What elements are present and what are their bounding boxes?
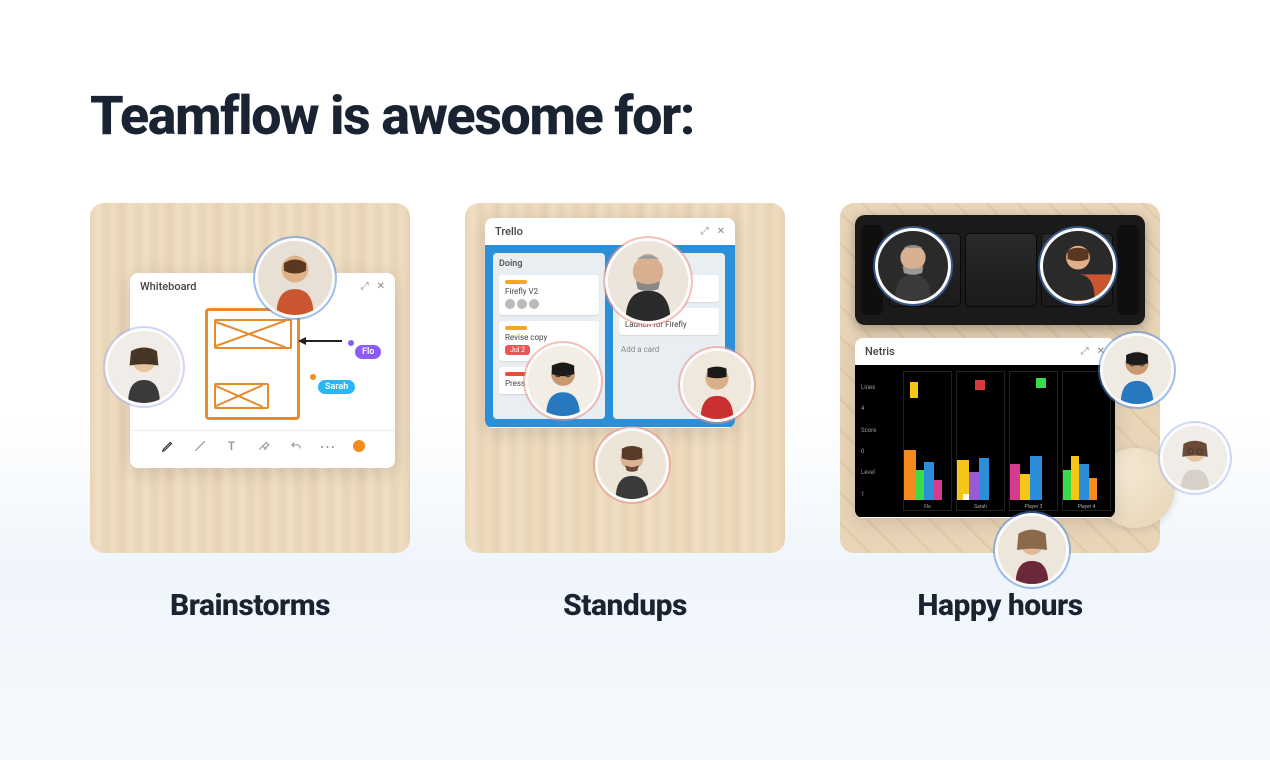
expand-icon[interactable]: ⤢	[701, 226, 709, 237]
more-icon[interactable]: ⋯	[321, 439, 335, 453]
netris-board[interactable]: Lines 4 Score 0 Level 1	[855, 365, 1115, 517]
cursor-flo-dot	[348, 340, 354, 346]
card-caption-standups: Standups	[563, 588, 687, 623]
avatar[interactable]	[595, 428, 669, 502]
page-title: Teamflow is awesome for:	[90, 85, 1180, 148]
avatar[interactable]	[875, 228, 951, 304]
netris-titlebar: Netris ⤢ ✕	[855, 338, 1115, 365]
expand-icon[interactable]: ⤢	[361, 281, 369, 292]
undo-icon[interactable]	[289, 439, 303, 453]
avatar[interactable]	[1100, 333, 1174, 407]
avatar[interactable]	[255, 238, 335, 318]
card-standups: Trello ⤢ ✕ Doing Firefly V2	[465, 203, 785, 623]
card-brainstorms: Whiteboard ⤢ ✕ Flo	[90, 203, 410, 623]
eraser-icon[interactable]	[257, 439, 271, 453]
column-title: Doing	[499, 259, 599, 269]
netris-player-panel: Player 3	[1009, 371, 1058, 511]
wireframe-sketch	[205, 308, 300, 420]
card-brainstorms-scene: Whiteboard ⤢ ✕ Flo	[90, 203, 410, 553]
close-icon[interactable]: ✕	[377, 281, 385, 292]
card-happy-hours: Netris ⤢ ✕ Lines 4 Score 0 Level	[840, 203, 1160, 623]
avatar[interactable]	[105, 328, 183, 406]
cursor-sarah-dot	[310, 374, 316, 380]
expand-icon[interactable]: ⤢	[1081, 346, 1089, 357]
trello-titlebar: Trello ⤢ ✕	[485, 218, 735, 245]
avatar[interactable]	[995, 513, 1069, 587]
pen-icon[interactable]	[161, 439, 175, 453]
close-icon[interactable]: ✕	[717, 226, 725, 237]
cursor-sarah-label: Sarah	[318, 380, 355, 394]
text-icon[interactable]: T	[225, 439, 239, 453]
netris-title: Netris	[865, 345, 895, 358]
card-caption-happy-hours: Happy hours	[917, 588, 1082, 623]
arrow-annotation	[302, 340, 342, 342]
netris-sidebar: Lines 4 Score 0 Level 1	[859, 371, 899, 511]
cards-row: Whiteboard ⤢ ✕ Flo	[90, 203, 1180, 623]
line-icon[interactable]	[193, 439, 207, 453]
netris-player-panel: Sarah	[956, 371, 1005, 511]
netris-window: Netris ⤢ ✕ Lines 4 Score 0 Level	[855, 338, 1115, 518]
avatar[interactable]	[1160, 423, 1230, 493]
avatar[interactable]	[680, 348, 754, 422]
trello-card[interactable]: Firefly V2	[499, 275, 599, 315]
cursor-flo-label: Flo	[355, 345, 381, 359]
whiteboard-toolbar: T ⋯	[130, 430, 395, 461]
avatar[interactable]	[525, 343, 601, 419]
color-orange-icon[interactable]	[353, 440, 365, 452]
whiteboard-title: Whiteboard	[140, 280, 197, 293]
avatar[interactable]	[1040, 228, 1116, 304]
netris-player-panel: Player 4	[1062, 371, 1111, 511]
avatar[interactable]	[605, 238, 691, 324]
card-caption-brainstorms: Brainstorms	[170, 588, 330, 623]
card-standups-scene: Trello ⤢ ✕ Doing Firefly V2	[465, 203, 785, 553]
netris-player-panel: Flo	[903, 371, 952, 511]
card-happy-hours-scene: Netris ⤢ ✕ Lines 4 Score 0 Level	[840, 203, 1160, 553]
trello-title: Trello	[495, 225, 523, 238]
